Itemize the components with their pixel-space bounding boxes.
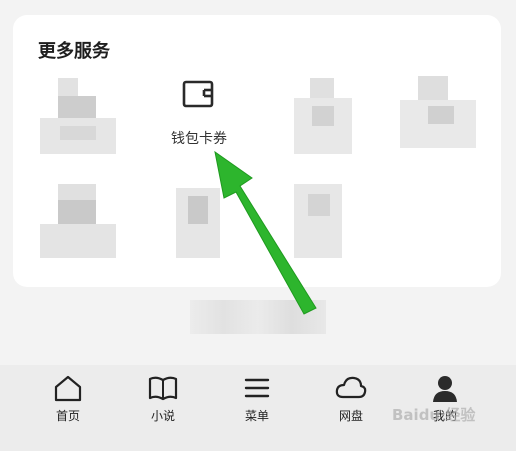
tab-menu-label: 菜单 bbox=[244, 409, 269, 423]
tab-menu[interactable]: 菜单 bbox=[222, 373, 292, 435]
tab-cloud-drive[interactable]: 网盘 bbox=[316, 373, 386, 435]
cloud-icon bbox=[335, 376, 367, 399]
tab-home[interactable]: 首页 bbox=[33, 373, 103, 435]
book-icon bbox=[148, 376, 178, 401]
watermark-logo: Baidu 经验 bbox=[392, 406, 476, 424]
profile-icon bbox=[433, 376, 457, 402]
home-icon bbox=[54, 375, 82, 402]
menu-icon bbox=[244, 378, 270, 398]
tab-home-label: 首页 bbox=[55, 409, 80, 423]
tab-novel-label: 小说 bbox=[150, 409, 175, 423]
tab-novel[interactable]: 小说 bbox=[128, 373, 198, 435]
tab-cloud-drive-label: 网盘 bbox=[338, 409, 363, 423]
